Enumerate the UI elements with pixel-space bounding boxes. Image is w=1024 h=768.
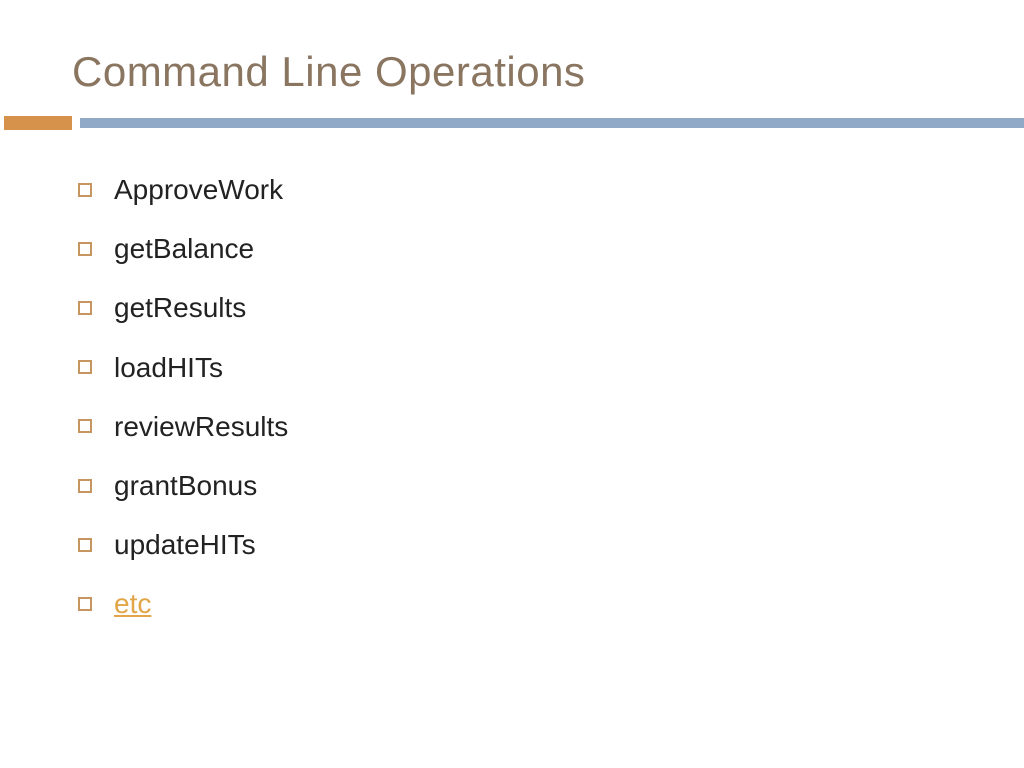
list-item: reviewResults: [78, 407, 1024, 446]
list-item: grantBonus: [78, 466, 1024, 505]
square-bullet-icon: [78, 419, 92, 433]
square-bullet-icon: [78, 242, 92, 256]
list-item-label: getResults: [114, 288, 246, 327]
divider-bar: [80, 118, 1024, 128]
square-bullet-icon: [78, 183, 92, 197]
square-bullet-icon: [78, 360, 92, 374]
operations-list: ApproveWork getBalance getResults loadHI…: [0, 170, 1024, 624]
list-item: getBalance: [78, 229, 1024, 268]
list-item-label: loadHITs: [114, 348, 223, 387]
list-item-label: ApproveWork: [114, 170, 283, 209]
square-bullet-icon: [78, 538, 92, 552]
list-item-label: grantBonus: [114, 466, 257, 505]
list-item: updateHITs: [78, 525, 1024, 564]
list-item: loadHITs: [78, 348, 1024, 387]
slide: Command Line Operations ApproveWork getB…: [0, 0, 1024, 768]
list-item-label: updateHITs: [114, 525, 256, 564]
list-item: etc: [78, 584, 1024, 623]
slide-title: Command Line Operations: [0, 48, 1024, 116]
list-item-label: getBalance: [114, 229, 254, 268]
list-item: getResults: [78, 288, 1024, 327]
square-bullet-icon: [78, 301, 92, 315]
divider: [0, 116, 1024, 130]
list-item: ApproveWork: [78, 170, 1024, 209]
square-bullet-icon: [78, 597, 92, 611]
etc-link[interactable]: etc: [114, 584, 151, 623]
divider-accent: [4, 116, 72, 130]
square-bullet-icon: [78, 479, 92, 493]
list-item-label: reviewResults: [114, 407, 288, 446]
